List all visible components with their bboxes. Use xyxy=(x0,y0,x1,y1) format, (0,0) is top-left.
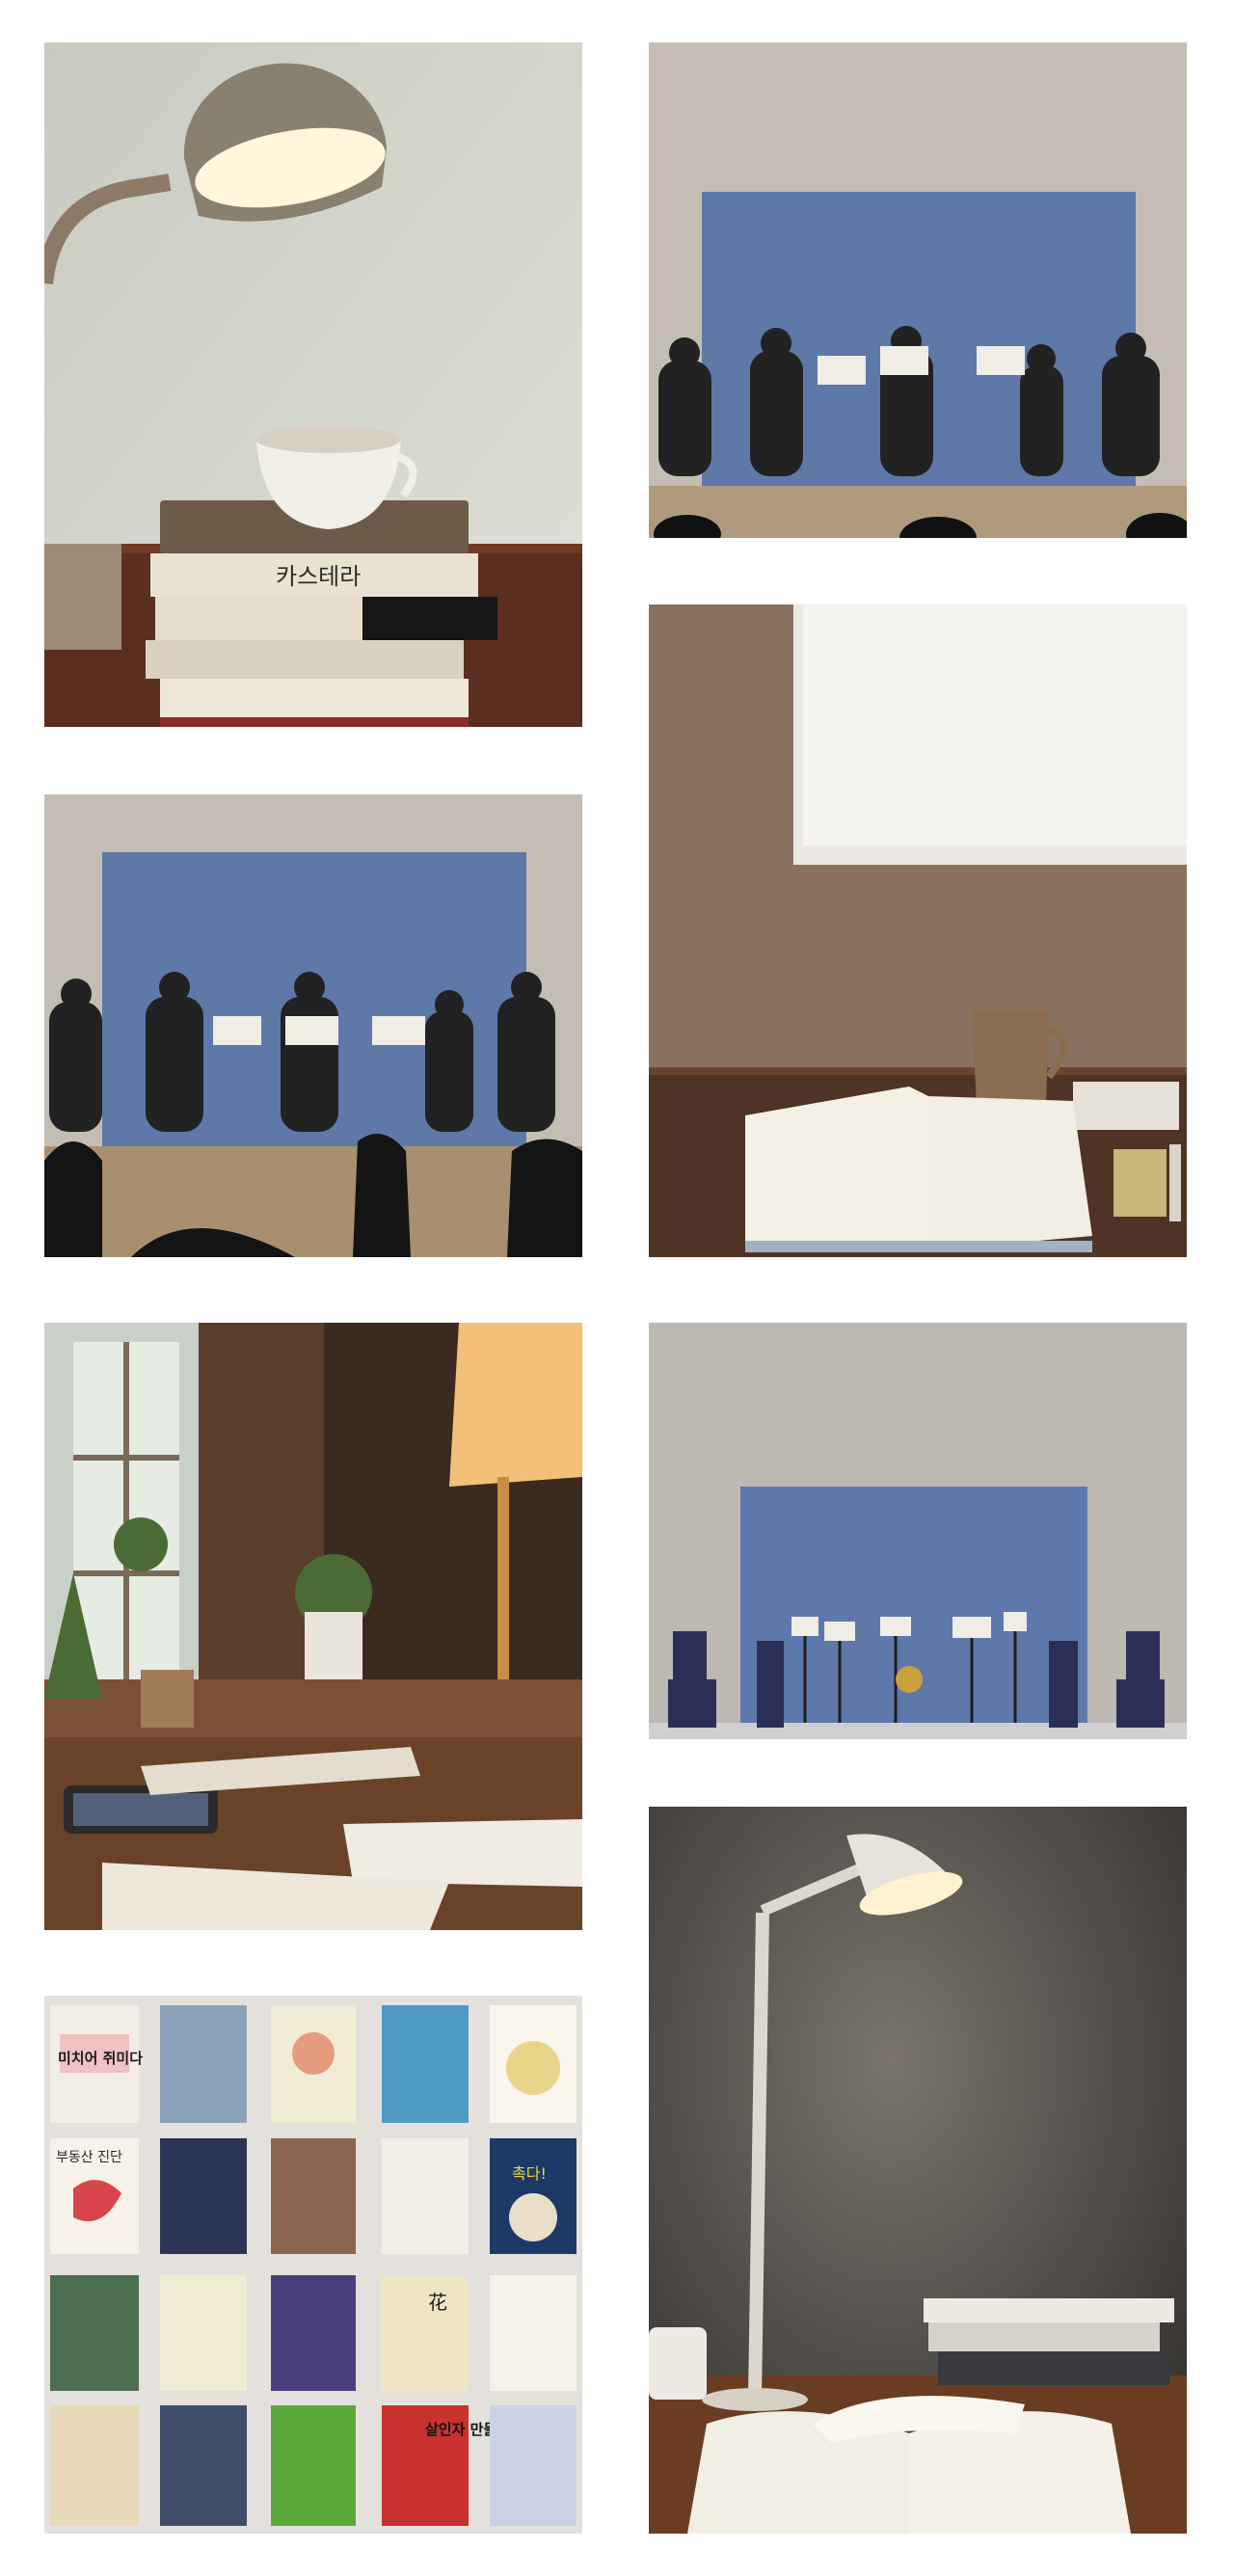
study-room-lamp-photo[interactable] xyxy=(44,1323,582,1930)
book-cover-grid-photo[interactable]: 미치어 쥐미다 부동산 진단 촉다! 花 살인자 만들기 xyxy=(44,1996,582,2534)
reading-lamp-open-book-photo[interactable] xyxy=(649,1807,1187,2534)
book-cover-title: 부동산 진단 xyxy=(56,2150,122,2165)
wind-ensemble-stage-photo[interactable] xyxy=(649,42,1187,538)
book-spine-title: 카스테라 xyxy=(276,563,361,590)
book-cover-title: 미치어 쥐미다 xyxy=(58,2050,143,2067)
desk-lamp-coffee-books-photo[interactable]: 카스테라 xyxy=(44,42,582,727)
book-cover-title: 花 xyxy=(428,2291,447,2314)
wind-ensemble-audience-photo[interactable] xyxy=(44,794,582,1257)
empty-stage-chairs-photo[interactable] xyxy=(649,1323,1187,1739)
book-cover-title: 촉다! xyxy=(512,2164,547,2183)
reading-desk-window-photo[interactable] xyxy=(649,604,1187,1257)
